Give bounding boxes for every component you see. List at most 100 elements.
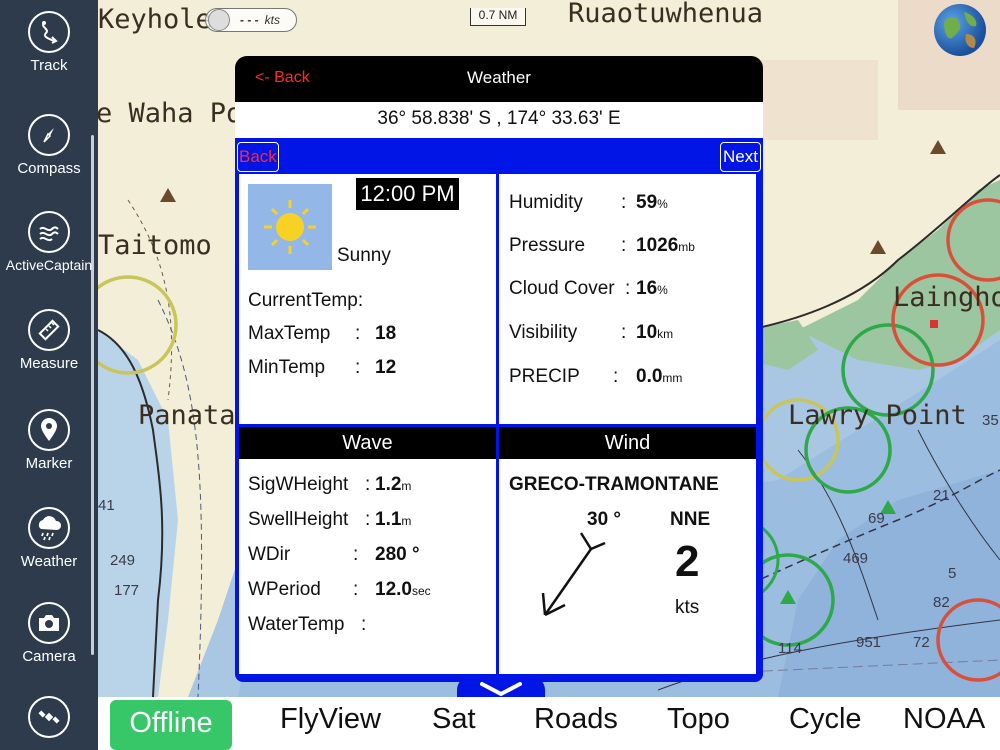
dialog-title: Weather [467,68,531,87]
depth-sounding: 69 [868,510,885,527]
sidebar-item-weather[interactable]: Weather [0,507,98,570]
pressure-unit: mb [678,240,695,254]
tab-topo[interactable]: Topo [667,703,730,736]
sidebar-item-satellite[interactable] [0,696,98,738]
sig-wave-height-reading: 1.2m [375,474,411,496]
cloud-rain-icon [28,507,70,549]
max-temp-value: 18 [375,323,397,344]
depth-sounding: 41 [98,497,115,514]
swell-height-value: 1.1 [375,509,402,530]
compass-icon [28,114,70,156]
visibility-reading: 10km [636,322,673,344]
precip-unit: mm [662,371,683,385]
dialog-header: <- Back Weather [235,56,763,102]
swell-height-reading: 1.1m [375,509,411,531]
map-place-label: Lawry Point [788,400,967,431]
wave-panel: Wave SigWHeight : 1.2m SwellHeight : 1.1… [239,427,496,674]
atmosphere-panel: Humidity : 59% Pressure : 1026mb Cloud C… [499,174,756,424]
min-temp-label: MinTemp [248,357,326,378]
tab-roads[interactable]: Roads [534,703,618,736]
map-place-label: Keyhole [98,4,212,35]
map-place-label: e Waha Po [98,98,243,129]
separator: : [353,579,359,600]
satellite-icon [28,696,70,738]
wave-direction-value: 280 ° [375,544,420,565]
cloud-cover-label: Cloud Cover [509,278,615,299]
location-coordinates: 36° 58.838' S , 174° 33.63' E [235,102,763,138]
depth-sounding: 21 [933,487,950,504]
previous-button[interactable]: Back [237,142,279,172]
ruler-icon [28,309,70,351]
separator: : [365,509,371,530]
sun-icon [248,184,332,270]
tab-cycle[interactable]: Cycle [789,703,862,736]
sidebar-item-compass[interactable]: Compass [0,114,98,177]
wind-panel: Wind GRECO-TRAMONTANE 30 ° NNE 2 kts [499,427,756,674]
cloud-cover-reading: 16% [636,278,668,300]
depth-sounding: 114 [778,640,802,657]
wave-period-label: WPeriod [248,579,321,600]
forecast-frame: Back Next 12:00 PM Sunny CurrentTemp: Ma… [235,138,763,682]
precip-label: PRECIP [509,366,580,387]
wave-period-unit: sec [411,584,431,598]
sidebar-item-label: Track [30,57,68,74]
depth-sounding: 82 [933,594,950,611]
wave-header: Wave [239,427,496,459]
depth-sounding: 72 [913,634,930,651]
tool-sidebar: Track Compass ActiveCaptain Measure Mark… [0,0,98,750]
separator: : [613,366,619,387]
humidity-reading: 59% [636,192,668,214]
map-type-bar: Offline FlyView Sat Roads Topo Cycle NOA… [98,697,1000,750]
sidebar-item-label: Camera [22,648,76,665]
current-conditions-panel: 12:00 PM Sunny CurrentTemp: MaxTemp : 18… [239,174,496,424]
chevron-down-icon [480,682,522,697]
sidebar-item-label: ActiveCaptain [5,257,93,273]
condition-text: Sunny [337,245,391,266]
depth-sounding: 177 [114,582,140,599]
cloud-cover-unit: % [657,283,668,297]
separator: : [361,614,367,635]
separator: : [621,192,627,213]
water-temp-label: WaterTemp [248,614,345,635]
pressure-label: Pressure [509,235,586,256]
separator: : [621,322,627,343]
visibility-unit: km [657,327,674,341]
swell-height-label: SwellHeight [248,509,349,530]
precip-value: 0.0 [636,366,663,387]
sig-wave-height-unit: m [401,479,412,493]
sidebar-item-activecaptain[interactable]: ActiveCaptain [0,211,98,273]
sidebar-item-label: Compass [17,160,81,177]
sidebar-item-track[interactable]: Track [0,11,98,74]
separator: : [621,235,627,256]
camera-icon [28,602,70,644]
tab-sat[interactable]: Sat [432,703,476,736]
sidebar-item-measure[interactable]: Measure [0,309,98,372]
wave-period-value: 12.0 [375,579,412,600]
tab-noaa[interactable]: NOAA [903,703,985,736]
sidebar-item-camera[interactable]: Camera [0,602,98,665]
precip-reading: 0.0mm [636,366,682,388]
pressure-value: 1026 [636,235,679,256]
depth-sounding: 35 [982,412,999,429]
tab-flyview[interactable]: FlyView [280,703,381,736]
weather-dialog: <- Back Weather 36° 58.838' S , 174° 33.… [235,56,763,682]
globe-icon[interactable] [934,4,986,56]
humidity-value: 59 [636,192,658,213]
cloud-cover-value: 16 [636,278,658,299]
map-place-label: Ruaotuwhenua [568,0,764,29]
humidity-unit: % [657,197,668,211]
visibility-label: Visibility [509,322,578,343]
forecast-time: 12:00 PM [356,178,459,210]
sidebar-item-label: Weather [20,553,78,570]
depth-sounding: 469 [843,550,869,567]
visibility-value: 10 [636,322,658,343]
sidebar-item-marker[interactable]: Marker [0,409,98,472]
tab-offline[interactable]: Offline [110,700,232,750]
wind-arrow-icon [541,532,606,617]
next-button[interactable]: Next [720,142,761,172]
separator: : [355,323,361,344]
separator: : [355,357,361,378]
activecaptain-icon [28,211,70,253]
max-temp-label: MaxTemp [248,323,331,344]
wave-direction-label: WDir [248,544,291,565]
